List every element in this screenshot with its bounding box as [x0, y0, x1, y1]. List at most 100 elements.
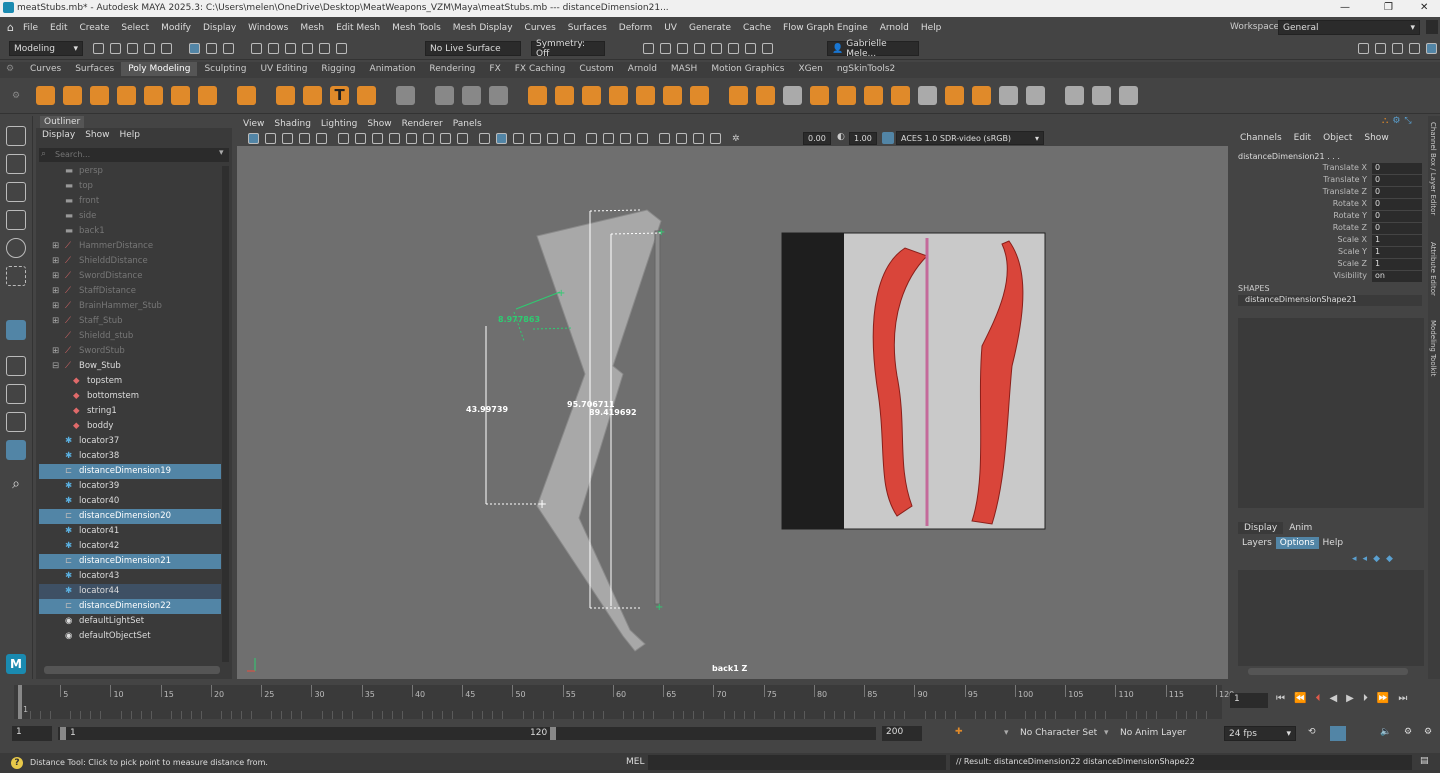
outliner-item[interactable]: ⊏ distanceDimension21: [39, 554, 221, 569]
snap-vertex-icon[interactable]: [336, 43, 347, 54]
chevron-down-icon[interactable]: ▾: [1104, 728, 1109, 738]
menu-uv[interactable]: UV: [664, 23, 677, 33]
close-icon[interactable]: ✕: [1420, 2, 1428, 13]
shelf-options-icon[interactable]: ⚙: [12, 91, 20, 101]
menu-help[interactable]: Help: [921, 23, 942, 33]
chevron-down-icon[interactable]: ▾: [1004, 728, 1009, 738]
channel-box-icon[interactable]: [1426, 43, 1437, 54]
outliner-item[interactable]: ⊏ distanceDimension22: [39, 599, 221, 614]
outliner-item[interactable]: ⊞ ⟋ BrainHammer_Stub: [39, 299, 221, 314]
super-shape-icon[interactable]: [276, 86, 296, 105]
menu-mesh-tools[interactable]: Mesh Tools: [392, 23, 441, 33]
color-management-icon[interactable]: [882, 132, 894, 144]
home-icon[interactable]: ⌂: [7, 21, 14, 34]
outliner-item[interactable]: ▬ persp: [39, 164, 221, 179]
outliner-item[interactable]: ✱ locator37: [39, 434, 221, 449]
go-to-end-icon[interactable]: ⏭: [1398, 693, 1407, 704]
snap-surface-icon[interactable]: [319, 43, 330, 54]
film-gate-icon[interactable]: [372, 133, 383, 144]
chevron-down-icon[interactable]: ▾: [219, 148, 224, 158]
channel-row[interactable]: Translate Z 0: [1232, 187, 1427, 199]
outliner-vscroll[interactable]: [222, 166, 229, 662]
single-perspective-layout-icon[interactable]: [6, 356, 26, 376]
scale-tool-icon[interactable]: [6, 266, 26, 286]
isolate-select-icon[interactable]: [659, 133, 670, 144]
channel-value-field[interactable]: 0: [1372, 199, 1422, 210]
select-tool-icon[interactable]: [6, 126, 26, 146]
gate-mask-icon[interactable]: [406, 133, 417, 144]
combine-icon[interactable]: [528, 86, 548, 105]
channel-value-field[interactable]: 1: [1372, 247, 1422, 258]
menu-display[interactable]: Display: [203, 23, 236, 33]
outliner-item[interactable]: ✱ locator44: [39, 584, 221, 599]
channel-value-field[interactable]: 1: [1372, 259, 1422, 270]
safe-action-icon[interactable]: [440, 133, 451, 144]
menu-mesh-display[interactable]: Mesh Display: [453, 23, 513, 33]
playhead[interactable]: [18, 685, 22, 719]
channel-row[interactable]: Scale Z 1: [1232, 259, 1427, 271]
workspace-dropdown[interactable]: General ▾: [1278, 20, 1420, 35]
sound-icon[interactable]: 🔈: [1380, 727, 1391, 737]
new-layer-from-selected-icon[interactable]: ◆: [1386, 554, 1393, 564]
menu-windows[interactable]: Windows: [248, 23, 288, 33]
arnold-render-icon[interactable]: [745, 43, 756, 54]
outliner-menu-display[interactable]: Display: [42, 130, 75, 140]
lights-icon[interactable]: [547, 133, 558, 144]
shelf-tab-xgen[interactable]: XGen: [791, 62, 829, 76]
wedge-icon[interactable]: [918, 86, 938, 105]
bevel-icon[interactable]: [783, 86, 803, 105]
shelf-tab-custom[interactable]: Custom: [572, 62, 620, 76]
hypershade-icon[interactable]: [711, 43, 722, 54]
outliner-item[interactable]: ⊞ ⟋ HammerDistance: [39, 239, 221, 254]
layer-tab-anim[interactable]: Anim: [1283, 522, 1318, 534]
poly-torus-icon[interactable]: [144, 86, 164, 105]
smooth-shade-icon[interactable]: [496, 133, 507, 144]
channel-menu-object[interactable]: Object: [1323, 133, 1352, 143]
outliner-item[interactable]: ⊞ ⟋ StaffDistance: [39, 284, 221, 299]
scene-icon[interactable]: ⛬: [1382, 116, 1388, 126]
outliner-item[interactable]: ⊞ ⟋ SwordDistance: [39, 269, 221, 284]
step-back-frame-icon[interactable]: ⏴: [1315, 693, 1320, 704]
menu-modify[interactable]: Modify: [161, 23, 191, 33]
step-back-key-icon[interactable]: ⏪: [1294, 693, 1306, 704]
outliner-item[interactable]: ◆ topstem: [39, 374, 221, 389]
shelf-tab-ngskintools2[interactable]: ngSkinTools2: [830, 62, 902, 76]
move-tool-icon[interactable]: [6, 210, 26, 230]
loop-icon[interactable]: ⟲: [1308, 727, 1316, 737]
expand-icon[interactable]: ⊞: [52, 284, 59, 299]
bookmarks-icon[interactable]: [282, 133, 293, 144]
menu-select[interactable]: Select: [121, 23, 149, 33]
side-tab-attribute-editor[interactable]: Attribute Editor: [1429, 242, 1437, 296]
outliner-item[interactable]: ✱ locator43: [39, 569, 221, 584]
modeling-toolkit-icon[interactable]: [1358, 43, 1369, 54]
shelf-settings-icon[interactable]: ⚙: [0, 64, 20, 74]
outliner-layout-icon[interactable]: [6, 440, 26, 460]
channel-value-field[interactable]: on: [1372, 271, 1422, 282]
outliner-item[interactable]: ▬ top: [39, 179, 221, 194]
channel-row[interactable]: Scale Y 1: [1232, 247, 1427, 259]
locator-marker[interactable]: +: [655, 602, 663, 613]
outliner-item[interactable]: ⊟ ⟋ Bow_Stub: [39, 359, 221, 374]
outliner-hscroll[interactable]: [44, 666, 220, 674]
live-surface-field[interactable]: No Live Surface: [425, 41, 521, 56]
render-sequence-icon[interactable]: [660, 43, 671, 54]
target-weld-icon[interactable]: [1092, 86, 1112, 105]
outliner-item[interactable]: ⊞ ⟋ ShielddDistance: [39, 254, 221, 269]
motion-blur-icon[interactable]: [603, 133, 614, 144]
viewport-menu-panels[interactable]: Panels: [453, 119, 482, 129]
script-editor-icon[interactable]: ▤: [1420, 756, 1429, 766]
wireframe-on-shaded-icon[interactable]: [513, 133, 524, 144]
locator-marker[interactable]: +: [557, 288, 565, 299]
move-layer-up-icon[interactable]: ◂: [1352, 554, 1357, 564]
poly-plane-icon[interactable]: [171, 86, 191, 105]
near-clip-field[interactable]: 0.00: [803, 132, 831, 145]
backface-culling-icon[interactable]: [710, 133, 721, 144]
channel-value-field[interactable]: 1: [1372, 235, 1422, 246]
expand-icon[interactable]: ⊞: [52, 239, 59, 254]
resolution-gate-icon[interactable]: [389, 133, 400, 144]
channel-value-field[interactable]: 0: [1372, 223, 1422, 234]
channel-row[interactable]: Rotate Z 0: [1232, 223, 1427, 235]
viewport-menu-view[interactable]: View: [243, 119, 264, 129]
menu-generate[interactable]: Generate: [689, 23, 731, 33]
outliner-item[interactable]: ✱ locator39: [39, 479, 221, 494]
